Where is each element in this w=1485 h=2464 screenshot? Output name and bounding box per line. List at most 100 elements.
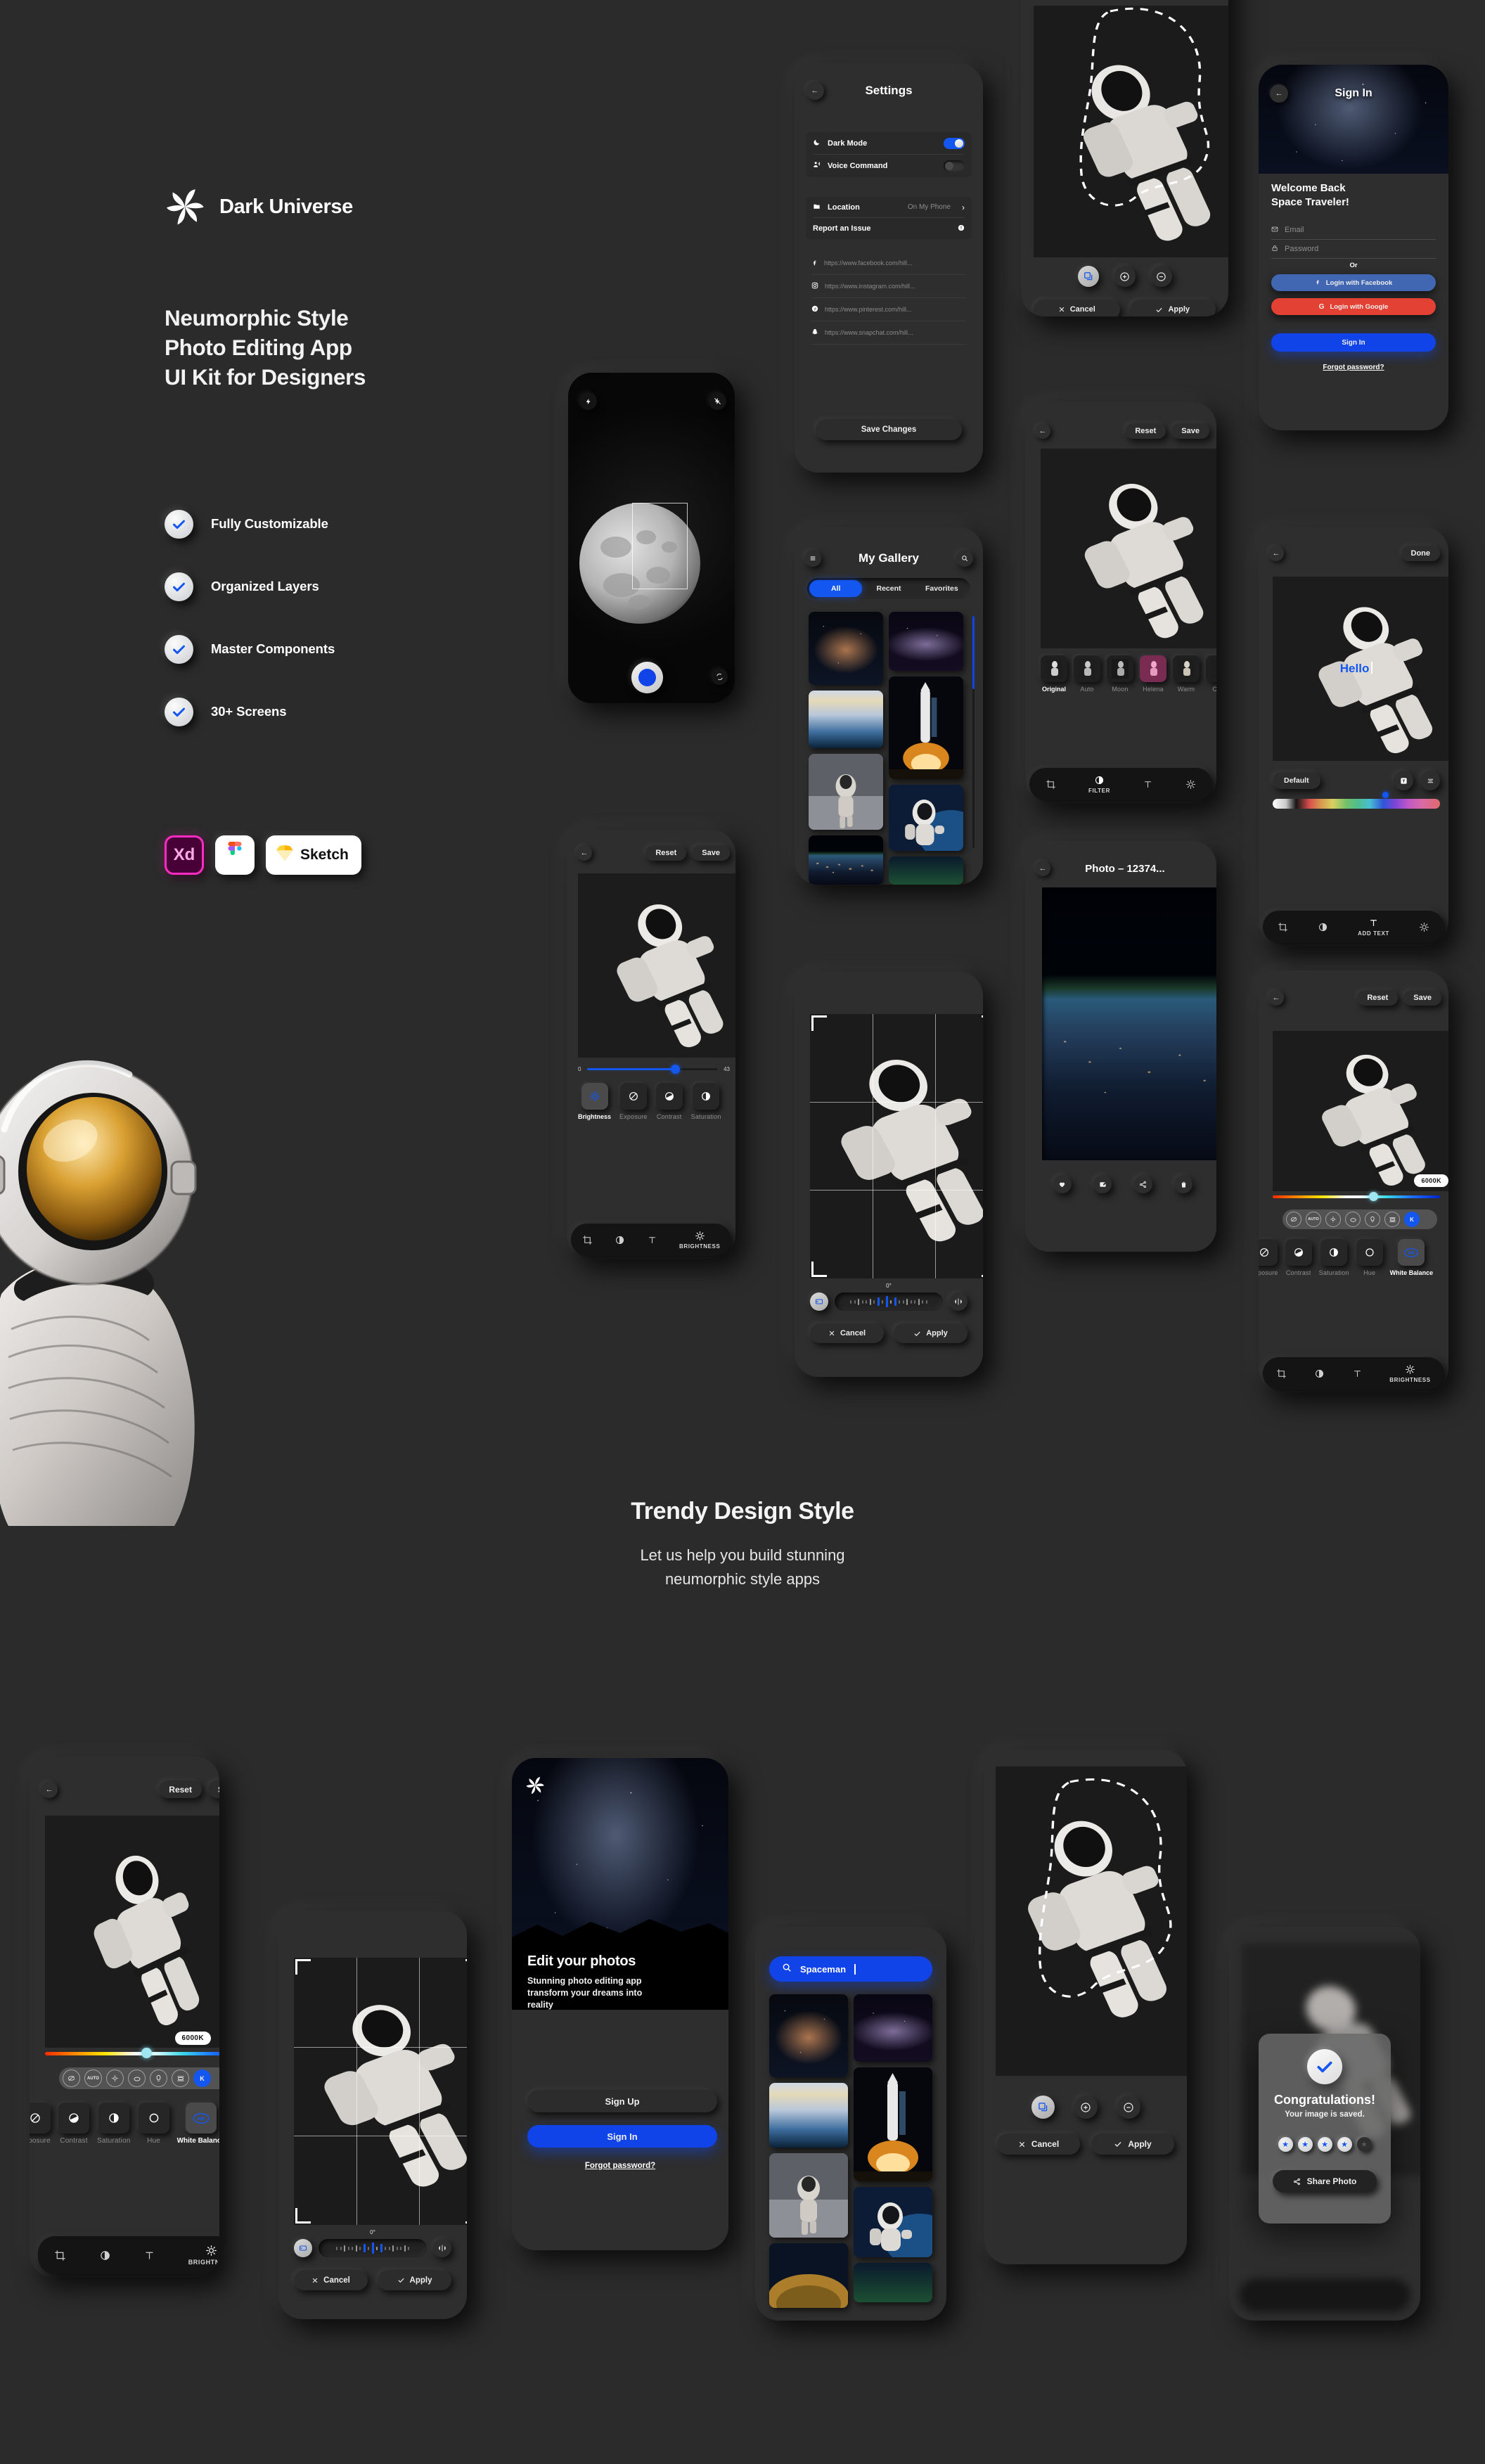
social-link-snapchat[interactable]: https://www.snapchat.com/hill... (811, 321, 966, 345)
gallery-item[interactable] (809, 612, 883, 685)
social-link-facebook[interactable]: https://www.facebook.com/hill... (811, 252, 966, 275)
tool-crop[interactable] (582, 1235, 593, 1245)
filter-warm[interactable]: Warm (1173, 655, 1200, 693)
aspect-ratio-icon[interactable] (294, 2239, 312, 2257)
search-result-item[interactable] (854, 1994, 932, 2062)
dark-mode-toggle[interactable] (944, 137, 965, 149)
share-photo-button[interactable]: Share Photo (1273, 2170, 1377, 2193)
heart-icon[interactable] (1053, 1175, 1072, 1193)
search-result-item[interactable] (854, 2067, 932, 2181)
setting-row-report-issue[interactable]: Report an Issue (813, 218, 965, 239)
gallery-item[interactable] (809, 754, 883, 830)
forgot-password-link[interactable]: Forgot password? (1323, 364, 1384, 371)
back-icon[interactable]: ← (1035, 423, 1050, 439)
tool-filter[interactable] (615, 1235, 625, 1245)
tab-all[interactable]: All (809, 580, 863, 597)
wb-mode-none[interactable] (1286, 1212, 1301, 1227)
wb-mode-kelvin[interactable]: K (1404, 1212, 1420, 1227)
tool-filter[interactable] (99, 2250, 111, 2261)
star-filled[interactable]: ★ (1297, 2137, 1313, 2152)
flip-icon[interactable] (433, 2239, 451, 2257)
text-style-icon[interactable] (1394, 771, 1413, 790)
search-input[interactable]: Spaceman (769, 1956, 932, 1982)
search-result-item[interactable] (769, 2153, 848, 2238)
search-icon[interactable] (956, 550, 973, 567)
tool-filter[interactable]: FILTER (1088, 775, 1110, 794)
crop-handle-br[interactable] (465, 2208, 467, 2224)
rotation-dial[interactable] (319, 2239, 427, 2257)
shutter-icon[interactable] (631, 662, 663, 693)
wb-mode-cloudy[interactable] (1345, 1212, 1361, 1227)
hamburger-icon[interactable] (804, 550, 821, 567)
filter-original[interactable]: Original (1041, 655, 1067, 693)
adjustment-saturation[interactable]: Saturation (97, 2103, 131, 2145)
plus-circle-icon[interactable] (1114, 266, 1136, 287)
tool-brightness[interactable]: BRIGHTNESS (679, 1231, 720, 1250)
gallery-item[interactable] (809, 835, 883, 885)
aspect-ratio-icon[interactable] (810, 1292, 828, 1311)
tool-crop[interactable] (1278, 922, 1288, 932)
tool-brightness[interactable]: BRIGHTNESS (1389, 1364, 1430, 1383)
crop-handle-tr[interactable] (465, 1959, 467, 1975)
plus-circle-icon[interactable] (1074, 2096, 1098, 2119)
adjustment-saturation[interactable]: Saturation (1319, 1239, 1349, 1276)
adjustment-contrast[interactable]: Contrast (58, 2103, 89, 2145)
tool-crop[interactable] (1046, 779, 1056, 790)
edit-image-icon[interactable] (1093, 1175, 1112, 1193)
setting-row-location[interactable]: Location On My Phone › (813, 197, 965, 218)
save-button[interactable]: Save (1171, 423, 1209, 439)
filter-moon[interactable]: Moon (1107, 655, 1133, 693)
tool-add-text[interactable] (1352, 1368, 1363, 1379)
temperature-slider[interactable] (1273, 1195, 1440, 1198)
social-link-pinterest[interactable]: https://www.pinterest.com/hill... (811, 298, 966, 321)
tool-crop[interactable] (1276, 1368, 1287, 1379)
reset-button[interactable]: Reset (1125, 423, 1166, 439)
crop-handle-tl[interactable] (295, 1959, 311, 1975)
tool-add-text[interactable] (143, 2250, 155, 2261)
flip-icon[interactable] (949, 1292, 968, 1311)
adjustment-exposure[interactable]: Exposure (1259, 1239, 1278, 1276)
font-selector[interactable]: Default (1273, 772, 1320, 789)
tool-filter[interactable] (1314, 1368, 1325, 1379)
tool-crop[interactable] (54, 2250, 66, 2261)
flash-off-icon[interactable] (709, 392, 726, 410)
signup-button[interactable]: Sign Up (527, 2090, 717, 2112)
color-picker[interactable] (1273, 799, 1440, 809)
wb-mode-cloudy[interactable] (128, 2070, 146, 2087)
setting-row-voice-command[interactable]: Voice Command (813, 155, 965, 177)
setting-row-dark-mode[interactable]: Dark Mode (813, 132, 965, 155)
temperature-slider-handle[interactable] (1368, 1192, 1378, 1201)
search-result-item[interactable] (769, 2083, 848, 2148)
crop-handle-bl[interactable] (811, 1262, 827, 1277)
login-with-google-button[interactable]: G Login with Google (1271, 298, 1436, 315)
cancel-button[interactable]: Cancel (294, 2270, 368, 2290)
filter-auto[interactable]: Auto (1074, 655, 1100, 693)
wb-mode-auto[interactable]: AUTO (1306, 1212, 1321, 1227)
adjustment-white-balance[interactable]: WB White Balance (1390, 1239, 1433, 1276)
wb-mode-fluorescent[interactable] (1384, 1212, 1400, 1227)
search-result-item[interactable] (854, 2263, 932, 2302)
back-icon[interactable]: ← (1268, 990, 1284, 1006)
wb-mode-tungsten[interactable] (1365, 1212, 1380, 1227)
layers-icon[interactable] (1077, 266, 1099, 287)
filter-helena[interactable]: Helena (1140, 655, 1166, 693)
gallery-item[interactable] (889, 612, 963, 671)
adjustment-hue[interactable]: Hue (1356, 1239, 1383, 1276)
brightness-slider[interactable]: 0 43 (578, 1065, 730, 1074)
gallery-item[interactable] (889, 856, 963, 885)
crop-handle-tl[interactable] (811, 1015, 827, 1031)
search-result-item[interactable] (769, 2243, 848, 2308)
adjustment-white-balance[interactable]: WB White Balance (177, 2103, 219, 2145)
apply-button[interactable]: Apply (894, 1323, 968, 1343)
password-field[interactable]: Password (1271, 240, 1436, 259)
apply-button[interactable]: Apply (378, 2270, 451, 2290)
wb-mode-daylight[interactable] (1325, 1212, 1341, 1227)
star-filled[interactable]: ★ (1337, 2137, 1352, 2152)
tool-add-text[interactable] (1143, 779, 1153, 790)
done-button[interactable]: Done (1401, 546, 1440, 561)
forgot-password-link[interactable]: Forgot password? (585, 2162, 655, 2170)
reset-button[interactable]: Reset (645, 845, 687, 861)
gallery-item[interactable] (809, 691, 883, 748)
adjustment-contrast[interactable]: Contrast (1285, 1239, 1312, 1276)
social-link-instagram[interactable]: https://www.instagram.com/hill... (811, 275, 966, 298)
